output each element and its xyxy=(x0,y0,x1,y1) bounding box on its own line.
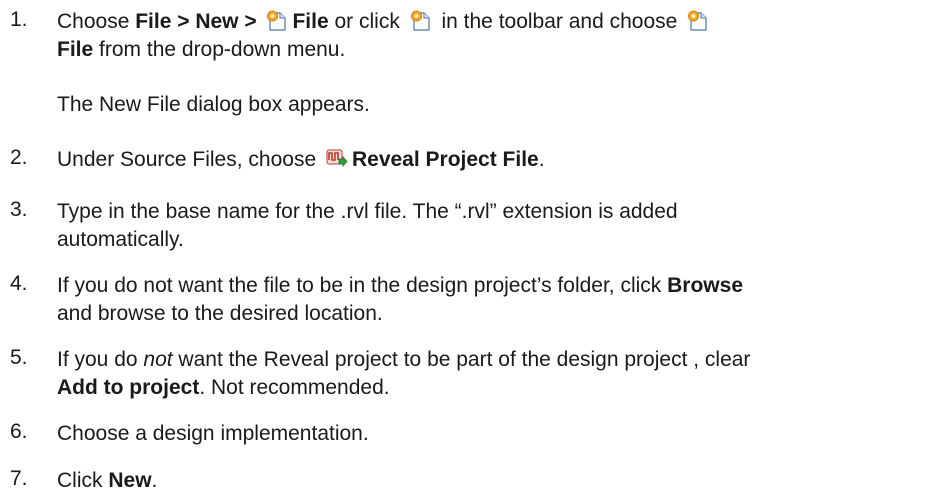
step-number: 5. xyxy=(10,346,28,369)
step-5-text: If you do not want the Reveal project to… xyxy=(57,348,751,399)
document: 1. Choose File > New > File or click in … xyxy=(0,0,930,500)
step-number: 7. xyxy=(10,467,28,490)
step-number: 6. xyxy=(10,420,28,443)
step-number: 1. xyxy=(10,8,28,31)
reveal-project-file-icon xyxy=(326,148,348,170)
step-number: 3. xyxy=(10,198,28,221)
step-number: 2. xyxy=(10,146,28,169)
new-file-icon xyxy=(410,10,432,32)
step-number: 4. xyxy=(10,272,28,295)
new-file-icon xyxy=(266,10,288,32)
step-6-text: Choose a design implementation. xyxy=(57,422,369,445)
step-1-text: Choose File > New > File or click in the… xyxy=(57,8,910,64)
step-4-text: If you do not want the file to be in the… xyxy=(57,274,743,325)
step-2-text: Under Source Files, choose Reveal Projec… xyxy=(57,148,545,171)
step-1-result: The New File dialog box appears. xyxy=(57,93,370,116)
new-file-icon xyxy=(687,10,709,32)
step-7-text: Click New. xyxy=(57,469,158,492)
step-3-text: Type in the base name for the .rvl file.… xyxy=(57,200,678,251)
